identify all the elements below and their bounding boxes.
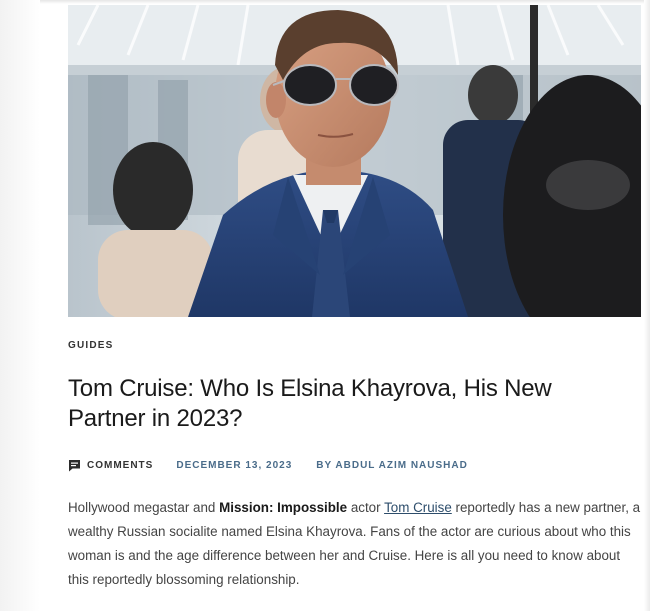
comments-label: COMMENTS bbox=[87, 459, 154, 471]
publish-date-link[interactable]: DECEMBER 13, 2023 bbox=[176, 460, 292, 471]
excerpt-text-1: Hollywood megastar and bbox=[68, 500, 220, 515]
article-meta: COMMENTS DECEMBER 13, 2023 BY ABDUL AZIM… bbox=[68, 458, 468, 472]
top-edge-shadow bbox=[0, 0, 650, 4]
article-title[interactable]: Tom Cruise: Who Is Elsina Khayrova, His … bbox=[68, 374, 628, 434]
excerpt-bold-title: Mission: Impossible bbox=[219, 500, 348, 515]
right-margin bbox=[644, 0, 650, 611]
comment-bubble-icon bbox=[68, 459, 81, 472]
article-excerpt: Hollywood megastar and Mission: Impossib… bbox=[68, 496, 643, 592]
article-page: GUIDES Tom Cruise: Who Is Elsina Khayrov… bbox=[0, 0, 650, 611]
article-category[interactable]: GUIDES bbox=[68, 340, 114, 351]
left-margin bbox=[0, 0, 40, 611]
excerpt-text-2: actor bbox=[347, 500, 385, 515]
featured-image[interactable] bbox=[68, 5, 641, 317]
author-link[interactable]: BY ABDUL AZIM NAUSHAD bbox=[316, 460, 468, 471]
tom-cruise-link[interactable]: Tom Cruise bbox=[384, 500, 452, 515]
comments-link[interactable]: COMMENTS bbox=[68, 459, 153, 472]
